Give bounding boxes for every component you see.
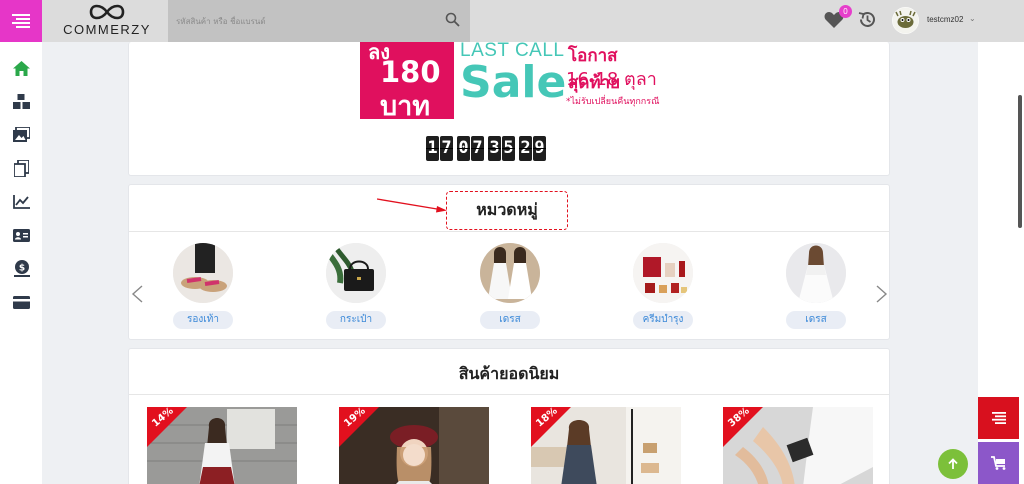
countdown-group: 2 9	[519, 136, 546, 168]
banner-sale-word: Sale	[460, 57, 567, 108]
category-label[interactable]: เดรส	[480, 311, 540, 329]
divider	[129, 394, 889, 395]
sidebar-item-documents[interactable]	[13, 160, 30, 177]
countdown-group: 0 7	[457, 136, 484, 168]
countdown-digit: 3	[488, 136, 501, 161]
search-bar	[168, 0, 470, 42]
categories-card: หมวดหมู่ รองเท้า กระเป๋า เดรส ครีมบำรุง …	[128, 184, 890, 340]
boxes-icon	[13, 94, 30, 109]
carousel-prev-icon[interactable]	[131, 285, 145, 303]
promo-banner[interactable]: ลง 180 บาท LAST CALL Sale โอกาส สุดท้าย …	[360, 42, 660, 119]
banner-left-unit: บาท	[380, 91, 431, 119]
categories-title-highlight: หมวดหมู่	[446, 191, 568, 230]
banner-note-text: *ไม่รับเปลี่ยนคืนทุกกรณี	[566, 97, 660, 107]
home-icon	[13, 61, 30, 76]
brand-name: COMMERZY	[63, 22, 151, 37]
sidebar-item-home[interactable]	[13, 60, 30, 77]
sidebar-item-reports[interactable]	[13, 193, 30, 210]
popular-products-title: สินค้ายอดนิยม	[458, 364, 560, 383]
infinity-logo-icon	[89, 4, 125, 20]
credit-card-icon	[13, 296, 30, 309]
popular-products-card: สินค้ายอดนิยม 14% 19% 18% 38%	[128, 348, 890, 484]
scrollbar-thumb[interactable]	[1018, 95, 1022, 228]
countdown-group: 1 7	[426, 136, 453, 168]
cart-icon	[990, 456, 1005, 470]
countdown-digit: 2	[519, 136, 532, 161]
divider	[129, 231, 889, 232]
category-image-dress-2[interactable]	[786, 243, 846, 303]
arrow-up-icon	[948, 458, 958, 469]
countdown-digit: 1	[426, 136, 439, 161]
sidebar-item-payment[interactable]	[13, 294, 30, 311]
copy-icon	[14, 160, 29, 177]
category-label[interactable]: กระเป๋า	[326, 311, 386, 329]
promo-banner-card: ลง 180 บาท LAST CALL Sale โอกาส สุดท้าย …	[128, 42, 890, 176]
top-bar: COMMERZY 0 testcmz02 ⌄	[0, 0, 1024, 42]
countdown-group: 3 5	[488, 136, 515, 168]
carousel-next-icon[interactable]	[874, 285, 888, 303]
sidebar-item-gallery[interactable]	[13, 126, 30, 143]
search-icon[interactable]	[445, 12, 460, 27]
money-icon: $	[13, 260, 30, 277]
quick-menu-button[interactable]	[978, 397, 1019, 439]
category-label[interactable]: รองเท้า	[173, 311, 233, 329]
back-to-top-button[interactable]	[938, 449, 968, 479]
countdown-digit: 5	[502, 136, 515, 161]
sidebar-item-products[interactable]	[13, 93, 30, 110]
product-card[interactable]: 14%	[147, 407, 297, 484]
id-card-icon	[13, 229, 30, 242]
brand-logo[interactable]: COMMERZY	[52, 2, 162, 40]
category-item[interactable]: รองเท้า	[159, 243, 247, 329]
product-card[interactable]: 18%	[531, 407, 681, 484]
wishlist-count-badge: 0	[839, 5, 852, 18]
category-item[interactable]: กระเป๋า	[312, 243, 400, 329]
chart-line-icon	[13, 194, 30, 209]
svg-text:$: $	[18, 264, 24, 274]
countdown-digit: 0	[457, 136, 470, 161]
menu-toggle-button[interactable]	[0, 0, 42, 42]
product-card[interactable]: 19%	[339, 407, 489, 484]
category-label[interactable]: เดรส	[786, 311, 846, 329]
countdown-timer: 1 7 0 7 3 5 2 9	[426, 136, 550, 168]
cart-button[interactable]	[978, 442, 1019, 484]
category-item[interactable]: เดรส	[466, 243, 554, 329]
countdown-digit: 7	[471, 136, 484, 161]
category-image-shoes[interactable]	[173, 243, 233, 303]
chevron-down-icon[interactable]: ⌄	[969, 14, 976, 23]
category-image-bags[interactable]	[326, 243, 386, 303]
left-sidebar: $	[0, 42, 42, 484]
category-label[interactable]: ครีมบำรุง	[633, 311, 693, 329]
category-image-dress[interactable]	[480, 243, 540, 303]
menu-icon	[12, 14, 30, 28]
countdown-digit: 7	[440, 136, 453, 161]
search-input[interactable]	[168, 0, 428, 42]
images-icon	[13, 127, 30, 142]
category-item[interactable]: ครีมบำรุง	[619, 243, 707, 329]
countdown-digit: 9	[533, 136, 546, 161]
user-avatar[interactable]	[892, 7, 919, 34]
sidebar-item-members[interactable]	[13, 227, 30, 244]
categories-title: หมวดหมู่	[476, 200, 538, 219]
category-image-cream[interactable]	[633, 243, 693, 303]
avatar-image	[892, 7, 919, 34]
username-label[interactable]: testcmz02	[927, 15, 963, 24]
list-icon	[991, 412, 1006, 424]
banner-date-text: 16-18 ตุลา	[566, 69, 657, 90]
product-card[interactable]: 38%	[723, 407, 873, 484]
banner-white-panel: LAST CALL Sale โอกาส สุดท้าย 16-18 ตุลา …	[454, 42, 660, 119]
sidebar-item-finance[interactable]: $	[13, 260, 30, 277]
annotation-arrow	[377, 198, 447, 213]
history-icon[interactable]	[858, 10, 877, 29]
category-item[interactable]: เดรส	[772, 243, 860, 329]
